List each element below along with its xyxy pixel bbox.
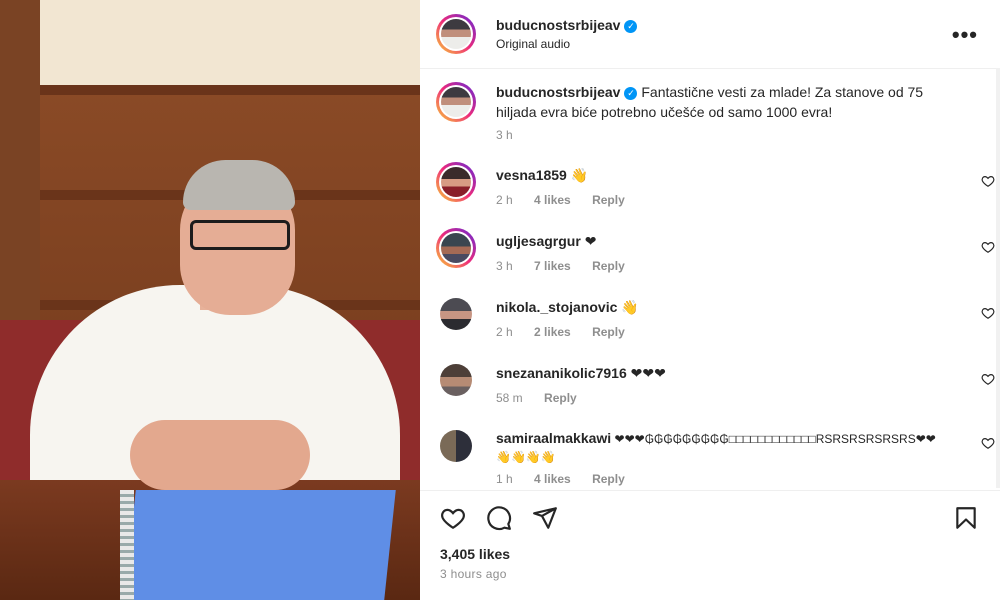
comment-avatar[interactable] bbox=[438, 362, 474, 398]
comment-avatar[interactable] bbox=[436, 162, 476, 202]
heart-icon[interactable] bbox=[440, 505, 466, 531]
media-wall-top bbox=[0, 0, 420, 85]
comment-meta: 3 h 7 likes Reply bbox=[496, 259, 643, 273]
bookmark-icon[interactable] bbox=[953, 505, 979, 531]
media-notebook-binder bbox=[120, 490, 134, 600]
comment-username[interactable]: vesna1859 bbox=[496, 167, 567, 183]
comment-username[interactable]: snezananikolic7916 bbox=[496, 365, 627, 381]
reply-button[interactable]: Reply bbox=[592, 193, 625, 207]
caption-avatar[interactable] bbox=[436, 82, 476, 122]
paper-plane-icon[interactable] bbox=[532, 505, 558, 531]
comment-meta: 2 h 2 likes Reply bbox=[496, 325, 643, 339]
reply-button[interactable]: Reply bbox=[592, 325, 625, 339]
comment-likes[interactable]: 4 likes bbox=[534, 472, 571, 486]
media-person-glasses bbox=[190, 220, 290, 250]
author-line: buducnostsrbijeav ✓ bbox=[496, 17, 638, 35]
media-person-hands bbox=[130, 420, 310, 490]
comment-avatar[interactable] bbox=[436, 228, 476, 268]
comment-meta: 58 m Reply bbox=[496, 391, 595, 405]
comment-likes[interactable]: 7 likes bbox=[534, 259, 571, 273]
comment-meta: 1 h 4 likes Reply bbox=[496, 472, 643, 486]
post-timestamp[interactable]: 3 hours ago bbox=[440, 567, 507, 581]
comment-like-heart-icon[interactable] bbox=[981, 240, 995, 254]
reply-button[interactable]: Reply bbox=[544, 391, 577, 405]
likes-count[interactable]: 3,405 likes bbox=[440, 546, 510, 562]
post-actions: 3,405 likes 3 hours ago bbox=[420, 490, 1000, 601]
comment-text: ❤ bbox=[584, 233, 597, 249]
media-rail-top bbox=[20, 85, 420, 95]
post-sidebar: buducnostsrbijeav ✓ Original audio ••• bu… bbox=[420, 0, 1000, 600]
comment-time[interactable]: 1 h bbox=[496, 472, 513, 486]
reply-button[interactable]: Reply bbox=[592, 259, 625, 273]
media-notebook bbox=[124, 490, 396, 600]
post-header: buducnostsrbijeav ✓ Original audio ••• bbox=[420, 0, 1000, 69]
author-username[interactable]: buducnostsrbijeav bbox=[496, 17, 620, 33]
caption-text-block: buducnostsrbijeav ✓ Fantastične vesti za … bbox=[496, 82, 966, 122]
comment-time[interactable]: 2 h bbox=[496, 193, 513, 207]
comment-username[interactable]: ugljesagrgur bbox=[496, 233, 581, 249]
author-avatar[interactable] bbox=[436, 14, 476, 54]
comment-avatar[interactable] bbox=[438, 296, 474, 332]
comment-like-heart-icon[interactable] bbox=[981, 174, 995, 188]
more-options-icon[interactable]: ••• bbox=[952, 22, 978, 48]
reply-button[interactable]: Reply bbox=[592, 472, 625, 486]
comment-meta: 2 h 4 likes Reply bbox=[496, 193, 643, 207]
comment-like-heart-icon[interactable] bbox=[981, 436, 995, 450]
comments-scrollbar[interactable] bbox=[996, 68, 1000, 488]
caption-username[interactable]: buducnostsrbijeav bbox=[496, 84, 620, 100]
comment-username[interactable]: samiraalmakkawi bbox=[496, 430, 611, 446]
comment-text: 👋 bbox=[570, 167, 589, 183]
comment-bubble-icon[interactable] bbox=[486, 505, 512, 531]
comment-like-heart-icon[interactable] bbox=[981, 372, 995, 386]
verified-badge-icon: ✓ bbox=[624, 87, 638, 100]
verified-badge-icon: ✓ bbox=[624, 20, 638, 33]
audio-label[interactable]: Original audio bbox=[496, 37, 570, 51]
media-pilaster bbox=[0, 0, 40, 330]
caption-meta: 3 h bbox=[496, 128, 531, 142]
comment-like-heart-icon[interactable] bbox=[981, 306, 995, 320]
comment-text: 👋 bbox=[621, 299, 639, 315]
comment-text: ❤❤❤ bbox=[630, 365, 666, 381]
comment-likes[interactable]: 2 likes bbox=[534, 325, 571, 339]
comment-time[interactable]: 2 h bbox=[496, 325, 513, 339]
comment-username[interactable]: nikola._stojanovic bbox=[496, 299, 617, 315]
post-media[interactable] bbox=[0, 0, 420, 600]
comment-text-line: nikola._stojanovic 👋 bbox=[496, 297, 639, 317]
comment-likes[interactable]: 4 likes bbox=[534, 193, 571, 207]
comment-time[interactable]: 3 h bbox=[496, 259, 513, 273]
comment-time[interactable]: 58 m bbox=[496, 391, 523, 405]
comment-text-line: ugljesagrgur ❤ bbox=[496, 231, 596, 251]
comment-text-line: samiraalmakkawi ❤❤❤₲₲₲₲₲₲₲₲₲□□□□□□□□□□□□… bbox=[496, 429, 946, 466]
comment-text-line: vesna1859 👋 bbox=[496, 165, 588, 185]
caption-time[interactable]: 3 h bbox=[496, 128, 513, 142]
comment-avatar[interactable] bbox=[438, 428, 474, 464]
comment-text-line: snezananikolic7916 ❤❤❤ bbox=[496, 363, 666, 383]
